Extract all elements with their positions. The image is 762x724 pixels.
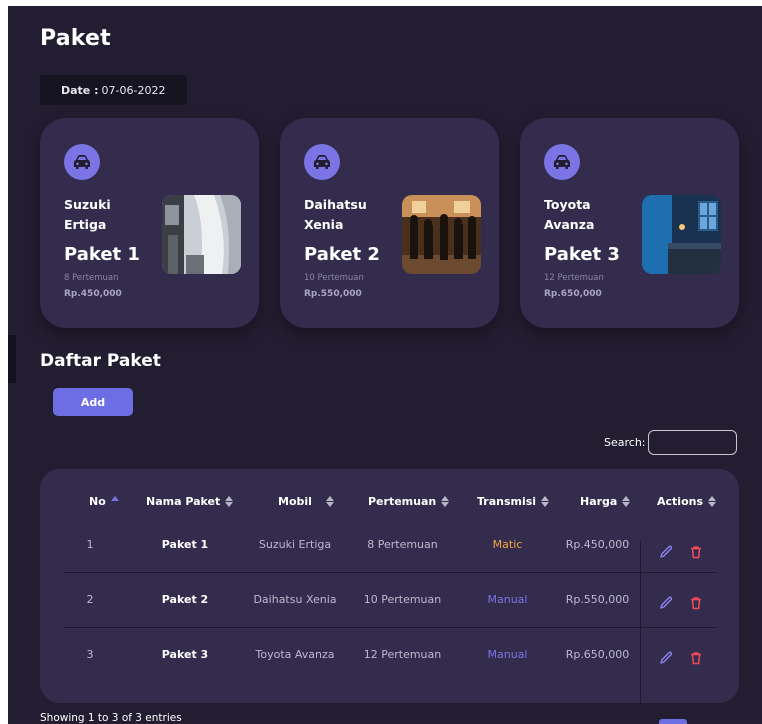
cell-paket: Paket 3 [161, 648, 209, 661]
card-car-name: Toyota Avanza [544, 197, 595, 232]
date-display: Date : 07-06-2022 [40, 75, 187, 105]
sort-ascending-icon [110, 496, 119, 501]
table-info: Showing 1 to 3 of 3 entries [40, 712, 182, 724]
sort-icon [441, 496, 450, 507]
cell-no: 2 [86, 593, 94, 606]
column-header-transmisi[interactable]: Transmisi [477, 495, 550, 508]
card-car-name: Suzuki Ertiga [64, 197, 111, 232]
search-box: Search: [604, 430, 737, 455]
column-header-pertemuan[interactable]: Pertemuan [368, 495, 450, 508]
cell-transmisi: Manual [487, 648, 528, 661]
sort-icon [541, 496, 550, 507]
sort-icon [325, 496, 334, 507]
sort-icon [225, 496, 234, 507]
edit-icon[interactable] [657, 594, 675, 612]
card-package-name: Paket 3 [544, 244, 620, 265]
edit-icon[interactable] [657, 543, 675, 561]
card-meetings: 8 Pertemuan [64, 273, 119, 283]
packages-table: No Nama Paket Mobil Pertemuan Transmisi … [40, 469, 739, 707]
add-button[interactable]: Add [53, 388, 133, 416]
card-price: Rp.450,000 [64, 289, 122, 299]
app-frame: Paket Date : 07-06-2022 Suzuki Ertiga Pa… [8, 6, 762, 724]
column-header-label: No [89, 495, 106, 508]
cell-harga: Rp.550,000 [565, 593, 630, 606]
page-title: Paket [40, 26, 111, 51]
package-card-3[interactable]: Toyota Avanza Paket 3 12 Pertemuan Rp.65… [520, 118, 739, 328]
cell-mobil: Suzuki Ertiga [258, 538, 332, 551]
date-value: 07-06-2022 [101, 83, 166, 97]
package-card-1[interactable]: Suzuki Ertiga Paket 1 8 Pertemuan Rp.450… [40, 118, 259, 328]
cell-pertemuan: 12 Pertemuan [363, 648, 442, 661]
cell-harga: Rp.650,000 [565, 648, 630, 661]
edit-icon[interactable] [657, 649, 675, 667]
cell-transmisi: Manual [487, 593, 528, 606]
card-meetings: 12 Pertemuan [544, 273, 604, 283]
table-row: 2 Paket 2 Daihatsu Xenia 10 Pertemuan Ma… [40, 572, 739, 627]
card-meetings: 10 Pertemuan [304, 273, 364, 283]
cell-paket: Paket 1 [161, 538, 209, 551]
car-icon [304, 144, 340, 180]
column-header-label: Actions [657, 495, 703, 508]
column-header-label: Pertemuan [368, 495, 437, 508]
bedroom-photo [642, 195, 721, 274]
cell-paket: Paket 2 [161, 593, 209, 606]
column-header-mobil[interactable]: Mobil [278, 495, 334, 508]
table-row: 3 Paket 3 Toyota Avanza 12 Pertemuan Man… [40, 627, 739, 682]
column-header-label: Transmisi [477, 495, 537, 508]
car-interior-photo [162, 195, 241, 274]
card-package-name: Paket 1 [64, 244, 140, 265]
column-header-no[interactable]: No [89, 495, 119, 508]
cell-pertemuan: 8 Pertemuan [367, 538, 438, 551]
pagination-button[interactable] [659, 719, 687, 724]
package-card-2[interactable]: Daihatsu Xenia Paket 2 10 Pertemuan Rp.5… [280, 118, 499, 328]
card-car-name: Daihatsu Xenia [304, 197, 367, 232]
group-photo [402, 195, 481, 274]
date-label: Date : [61, 83, 99, 97]
search-label: Search: [604, 436, 646, 449]
card-package-name: Paket 2 [304, 244, 380, 265]
column-header-label: Harga [580, 495, 618, 508]
delete-icon[interactable] [687, 594, 705, 612]
cell-pertemuan: 10 Pertemuan [363, 593, 442, 606]
cell-mobil: Daihatsu Xenia [253, 593, 337, 606]
search-input[interactable] [647, 430, 737, 455]
sort-icon [708, 496, 716, 507]
column-header-label: Nama Paket [146, 495, 221, 508]
table-row: 1 Paket 1 Suzuki Ertiga 8 Pertemuan Mati… [40, 517, 739, 572]
column-header-actions[interactable]: Actions [657, 495, 716, 508]
cell-no: 3 [86, 648, 94, 661]
section-title: Daftar Paket [40, 351, 161, 371]
delete-icon[interactable] [687, 543, 705, 561]
car-icon [64, 144, 100, 180]
sort-icon [622, 496, 631, 507]
side-edge-tab [8, 335, 16, 383]
cell-harga: Rp.450,000 [565, 538, 630, 551]
cell-mobil: Toyota Avanza [255, 648, 335, 661]
cell-transmisi: Matic [492, 538, 523, 551]
column-header-nama-paket[interactable]: Nama Paket [146, 495, 234, 508]
car-icon [544, 144, 580, 180]
card-price: Rp.650,000 [544, 289, 602, 299]
column-header-harga[interactable]: Harga [580, 495, 631, 508]
delete-icon[interactable] [687, 649, 705, 667]
cell-no: 1 [86, 538, 94, 551]
card-price: Rp.550,000 [304, 289, 362, 299]
column-header-label: Mobil [278, 495, 312, 508]
